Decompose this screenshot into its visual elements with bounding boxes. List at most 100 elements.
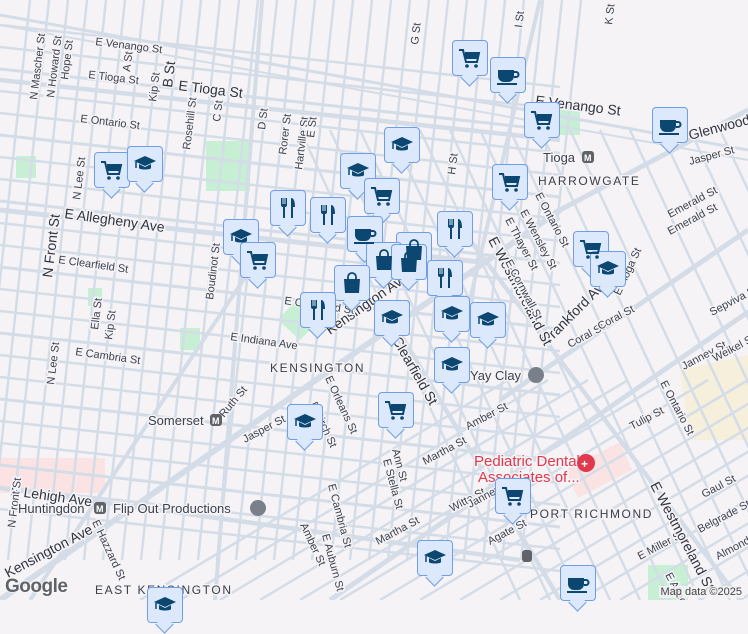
restaurant-marker[interactable] — [270, 190, 306, 226]
street-label: H St — [446, 153, 461, 176]
subway-station-icon[interactable]: M — [210, 414, 222, 426]
svg-text:M: M — [96, 504, 104, 514]
cart-marker[interactable] — [364, 178, 400, 214]
cart-marker[interactable] — [492, 164, 528, 200]
google-logo[interactable]: Google — [5, 576, 68, 598]
school-icon — [134, 156, 156, 170]
school-pin-icon[interactable] — [528, 367, 544, 383]
cart-marker[interactable] — [524, 102, 560, 138]
svg-text:M: M — [212, 416, 220, 426]
map-attribution[interactable]: Map data ©2025 — [658, 586, 744, 598]
coffee-marker[interactable] — [560, 565, 596, 601]
shopping-cart-icon — [247, 251, 269, 270]
school-icon — [424, 550, 446, 564]
school-icon — [347, 163, 369, 177]
bus-stop-icon[interactable] — [522, 550, 532, 562]
neighborhood-label: HARROWGATE — [538, 174, 640, 188]
school-marker[interactable] — [384, 127, 420, 163]
school-icon — [597, 261, 619, 275]
school-icon — [477, 312, 499, 326]
school-marker[interactable] — [147, 587, 183, 623]
school-icon — [391, 137, 413, 151]
bag-icon — [376, 249, 392, 270]
shopping-cart-icon — [385, 401, 407, 420]
street-label: C St — [211, 100, 226, 123]
poi-label-dental[interactable]: Pediatric Dental — [473, 452, 582, 472]
school-marker[interactable] — [287, 404, 323, 440]
restaurant-icon — [311, 300, 325, 320]
bag-icon — [344, 272, 360, 293]
poi-label-huntingdon[interactable]: Huntingdon — [17, 500, 87, 518]
street-label: K St — [603, 3, 617, 25]
poi-label-somerset[interactable]: Somerset — [147, 412, 206, 430]
restaurant-icon — [281, 198, 295, 218]
restaurant-marker[interactable] — [437, 211, 473, 247]
street-label: G St — [409, 22, 424, 45]
street-label: N Lee St — [45, 341, 62, 385]
street-label: Glenwood — [687, 111, 748, 143]
restaurant-icon — [321, 205, 335, 225]
street-label: Tulip St — [628, 405, 666, 433]
cart-marker[interactable] — [94, 152, 130, 188]
coffee-icon — [497, 70, 520, 85]
cart-marker[interactable] — [452, 40, 488, 76]
coffee-icon — [567, 578, 590, 593]
restaurant-marker[interactable] — [300, 292, 336, 328]
street-label: Rosehill St — [181, 97, 199, 151]
school-marker[interactable] — [434, 296, 470, 332]
school-icon — [154, 597, 176, 611]
restaurant-icon — [438, 268, 452, 288]
street-label: Belgrade St — [696, 498, 748, 536]
poi-label-tioga[interactable]: Tioga — [542, 149, 578, 167]
street-label: Rorer St — [277, 113, 294, 155]
coffee-icon — [354, 229, 377, 244]
school-marker[interactable] — [127, 146, 163, 182]
street-label: D St — [256, 108, 271, 131]
neighborhood-label: PORT RICHMOND — [530, 507, 653, 521]
shopping-cart-icon — [459, 49, 481, 68]
svg-text:M: M — [584, 153, 592, 163]
shopping-cart-icon — [499, 173, 521, 192]
school-icon — [441, 306, 463, 320]
map-tiles: E Venango St E Tioga St E Tioga St E Ont… — [0, 0, 748, 634]
coffee-icon — [659, 120, 682, 135]
school-marker[interactable] — [590, 251, 626, 287]
cart-marker[interactable] — [240, 242, 276, 278]
street-label: Ella St — [89, 297, 105, 330]
school-marker[interactable] — [374, 300, 410, 336]
school-marker[interactable] — [417, 540, 453, 576]
shopping-cart-icon — [371, 187, 393, 206]
school-icon — [294, 414, 316, 428]
shopping-cart-icon — [502, 487, 524, 506]
map-canvas[interactable]: E Venango St E Tioga St E Tioga St E Ont… — [0, 0, 748, 634]
bag-icon — [401, 251, 417, 272]
school-marker[interactable] — [470, 302, 506, 338]
street-label: A St — [121, 51, 135, 72]
restaurant-marker[interactable] — [310, 197, 346, 233]
cart-marker[interactable] — [378, 392, 414, 428]
street-label: Jasper St — [688, 144, 736, 168]
place-pin-icon[interactable] — [250, 500, 266, 516]
subway-station-icon[interactable]: M — [94, 502, 106, 514]
school-icon — [441, 357, 463, 371]
school-marker[interactable] — [434, 347, 470, 383]
restaurant-icon — [448, 219, 462, 239]
neighborhood-label: KENSINGTON — [270, 361, 365, 375]
shopping-cart-icon — [101, 161, 123, 180]
street-label: I St — [513, 11, 527, 29]
hospital-cross-icon: + — [581, 457, 588, 471]
restaurant-marker[interactable] — [427, 260, 463, 296]
poi-label-flipout[interactable]: Flip Out Productions — [112, 500, 233, 518]
school-icon — [381, 310, 403, 324]
coffee-marker[interactable] — [652, 107, 688, 143]
bag-marker[interactable] — [334, 265, 370, 301]
street-label: Coral St — [596, 303, 637, 332]
shopping-cart-icon — [531, 111, 553, 130]
coffee-marker[interactable] — [490, 57, 526, 93]
street-label: Amber St — [464, 401, 510, 433]
subway-station-icon[interactable]: M — [582, 151, 594, 163]
cart-marker[interactable] — [495, 478, 531, 514]
poi-label-yayclay[interactable]: Yay Clay — [469, 367, 524, 385]
street-label: E St — [305, 116, 319, 138]
bag-marker[interactable] — [391, 244, 427, 280]
